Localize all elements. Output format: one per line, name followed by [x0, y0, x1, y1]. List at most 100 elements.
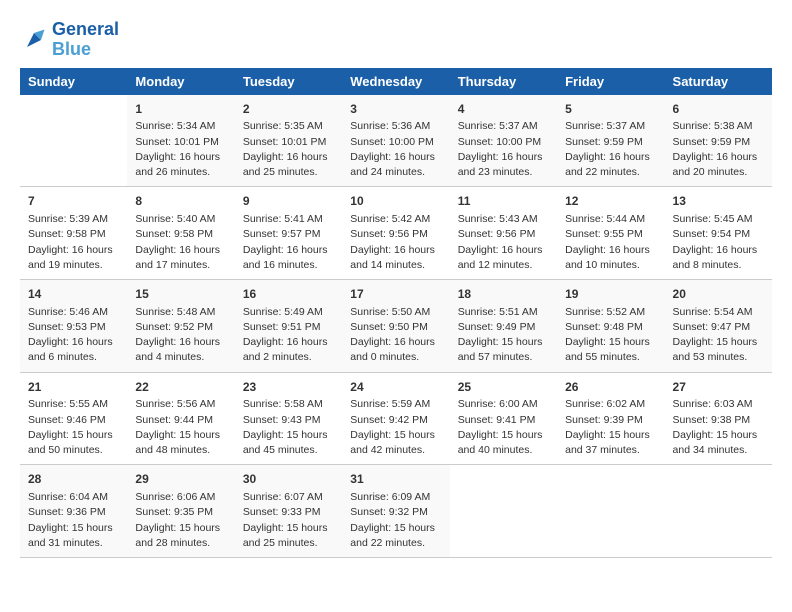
- day-number: 22: [135, 379, 226, 396]
- day-header-tuesday: Tuesday: [235, 68, 342, 95]
- calendar-cell: 11 Sunrise: 5:43 AMSunset: 9:56 PMDaylig…: [450, 187, 557, 280]
- day-info: Sunrise: 6:03 AMSunset: 9:38 PMDaylight:…: [673, 397, 764, 458]
- day-info: Sunrise: 5:37 AMSunset: 9:59 PMDaylight:…: [565, 119, 656, 180]
- day-number: 6: [673, 101, 764, 118]
- day-number: 17: [350, 286, 441, 303]
- calendar-cell: 6 Sunrise: 5:38 AMSunset: 9:59 PMDayligh…: [665, 95, 772, 187]
- calendar-cell: 29 Sunrise: 6:06 AMSunset: 9:35 PMDaylig…: [127, 465, 234, 558]
- day-info: Sunrise: 5:42 AMSunset: 9:56 PMDaylight:…: [350, 212, 441, 273]
- day-info: Sunrise: 5:34 AMSunset: 10:01 PMDaylight…: [135, 119, 226, 180]
- day-header-sunday: Sunday: [20, 68, 127, 95]
- day-info: Sunrise: 5:43 AMSunset: 9:56 PMDaylight:…: [458, 212, 549, 273]
- calendar-cell: 12 Sunrise: 5:44 AMSunset: 9:55 PMDaylig…: [557, 187, 664, 280]
- day-header-saturday: Saturday: [665, 68, 772, 95]
- calendar-cell: 5 Sunrise: 5:37 AMSunset: 9:59 PMDayligh…: [557, 95, 664, 187]
- calendar-cell: [20, 95, 127, 187]
- day-info: Sunrise: 5:36 AMSunset: 10:00 PMDaylight…: [350, 119, 441, 180]
- day-info: Sunrise: 5:38 AMSunset: 9:59 PMDaylight:…: [673, 119, 764, 180]
- day-number: 28: [28, 471, 119, 488]
- logo-text: General Blue: [52, 20, 119, 60]
- day-number: 4: [458, 101, 549, 118]
- day-number: 24: [350, 379, 441, 396]
- calendar-cell: 8 Sunrise: 5:40 AMSunset: 9:58 PMDayligh…: [127, 187, 234, 280]
- calendar-cell: 10 Sunrise: 5:42 AMSunset: 9:56 PMDaylig…: [342, 187, 449, 280]
- day-info: Sunrise: 5:39 AMSunset: 9:58 PMDaylight:…: [28, 212, 119, 273]
- day-info: Sunrise: 5:51 AMSunset: 9:49 PMDaylight:…: [458, 305, 549, 366]
- calendar-cell: 26 Sunrise: 6:02 AMSunset: 9:39 PMDaylig…: [557, 372, 664, 465]
- calendar-cell: 2 Sunrise: 5:35 AMSunset: 10:01 PMDaylig…: [235, 95, 342, 187]
- day-number: 1: [135, 101, 226, 118]
- day-header-friday: Friday: [557, 68, 664, 95]
- page-header: General Blue: [20, 20, 772, 60]
- day-number: 10: [350, 193, 441, 210]
- day-info: Sunrise: 5:55 AMSunset: 9:46 PMDaylight:…: [28, 397, 119, 458]
- day-info: Sunrise: 6:07 AMSunset: 9:33 PMDaylight:…: [243, 490, 334, 551]
- day-number: 19: [565, 286, 656, 303]
- calendar-cell: 28 Sunrise: 6:04 AMSunset: 9:36 PMDaylig…: [20, 465, 127, 558]
- calendar-header-row: SundayMondayTuesdayWednesdayThursdayFrid…: [20, 68, 772, 95]
- calendar-week-2: 7 Sunrise: 5:39 AMSunset: 9:58 PMDayligh…: [20, 187, 772, 280]
- calendar-cell: 7 Sunrise: 5:39 AMSunset: 9:58 PMDayligh…: [20, 187, 127, 280]
- calendar-cell: 22 Sunrise: 5:56 AMSunset: 9:44 PMDaylig…: [127, 372, 234, 465]
- day-number: 27: [673, 379, 764, 396]
- day-number: 9: [243, 193, 334, 210]
- calendar-cell: [450, 465, 557, 558]
- calendar-week-5: 28 Sunrise: 6:04 AMSunset: 9:36 PMDaylig…: [20, 465, 772, 558]
- calendar-cell: 1 Sunrise: 5:34 AMSunset: 10:01 PMDaylig…: [127, 95, 234, 187]
- day-number: 20: [673, 286, 764, 303]
- day-info: Sunrise: 5:37 AMSunset: 10:00 PMDaylight…: [458, 119, 549, 180]
- day-info: Sunrise: 5:41 AMSunset: 9:57 PMDaylight:…: [243, 212, 334, 273]
- day-info: Sunrise: 6:00 AMSunset: 9:41 PMDaylight:…: [458, 397, 549, 458]
- day-header-thursday: Thursday: [450, 68, 557, 95]
- day-info: Sunrise: 5:44 AMSunset: 9:55 PMDaylight:…: [565, 212, 656, 273]
- day-number: 8: [135, 193, 226, 210]
- calendar-cell: 4 Sunrise: 5:37 AMSunset: 10:00 PMDaylig…: [450, 95, 557, 187]
- day-number: 31: [350, 471, 441, 488]
- calendar-cell: 25 Sunrise: 6:00 AMSunset: 9:41 PMDaylig…: [450, 372, 557, 465]
- calendar-cell: 18 Sunrise: 5:51 AMSunset: 9:49 PMDaylig…: [450, 279, 557, 372]
- calendar-cell: [665, 465, 772, 558]
- day-number: 16: [243, 286, 334, 303]
- day-info: Sunrise: 5:52 AMSunset: 9:48 PMDaylight:…: [565, 305, 656, 366]
- day-number: 2: [243, 101, 334, 118]
- day-info: Sunrise: 5:54 AMSunset: 9:47 PMDaylight:…: [673, 305, 764, 366]
- day-info: Sunrise: 6:09 AMSunset: 9:32 PMDaylight:…: [350, 490, 441, 551]
- calendar-cell: 20 Sunrise: 5:54 AMSunset: 9:47 PMDaylig…: [665, 279, 772, 372]
- day-info: Sunrise: 5:35 AMSunset: 10:01 PMDaylight…: [243, 119, 334, 180]
- calendar-cell: 19 Sunrise: 5:52 AMSunset: 9:48 PMDaylig…: [557, 279, 664, 372]
- calendar-week-1: 1 Sunrise: 5:34 AMSunset: 10:01 PMDaylig…: [20, 95, 772, 187]
- calendar-cell: 14 Sunrise: 5:46 AMSunset: 9:53 PMDaylig…: [20, 279, 127, 372]
- calendar-cell: 23 Sunrise: 5:58 AMSunset: 9:43 PMDaylig…: [235, 372, 342, 465]
- logo-icon: [20, 26, 48, 54]
- calendar-cell: 24 Sunrise: 5:59 AMSunset: 9:42 PMDaylig…: [342, 372, 449, 465]
- day-number: 30: [243, 471, 334, 488]
- day-number: 11: [458, 193, 549, 210]
- day-number: 13: [673, 193, 764, 210]
- calendar-cell: [557, 465, 664, 558]
- calendar-cell: 30 Sunrise: 6:07 AMSunset: 9:33 PMDaylig…: [235, 465, 342, 558]
- day-number: 5: [565, 101, 656, 118]
- calendar-cell: 27 Sunrise: 6:03 AMSunset: 9:38 PMDaylig…: [665, 372, 772, 465]
- day-info: Sunrise: 6:06 AMSunset: 9:35 PMDaylight:…: [135, 490, 226, 551]
- day-info: Sunrise: 5:45 AMSunset: 9:54 PMDaylight:…: [673, 212, 764, 273]
- day-number: 23: [243, 379, 334, 396]
- calendar-cell: 31 Sunrise: 6:09 AMSunset: 9:32 PMDaylig…: [342, 465, 449, 558]
- day-header-monday: Monday: [127, 68, 234, 95]
- day-info: Sunrise: 5:49 AMSunset: 9:51 PMDaylight:…: [243, 305, 334, 366]
- day-info: Sunrise: 6:04 AMSunset: 9:36 PMDaylight:…: [28, 490, 119, 551]
- calendar-cell: 16 Sunrise: 5:49 AMSunset: 9:51 PMDaylig…: [235, 279, 342, 372]
- day-number: 25: [458, 379, 549, 396]
- calendar-table: SundayMondayTuesdayWednesdayThursdayFrid…: [20, 68, 772, 558]
- day-number: 15: [135, 286, 226, 303]
- day-number: 14: [28, 286, 119, 303]
- day-info: Sunrise: 5:50 AMSunset: 9:50 PMDaylight:…: [350, 305, 441, 366]
- day-info: Sunrise: 5:58 AMSunset: 9:43 PMDaylight:…: [243, 397, 334, 458]
- calendar-cell: 3 Sunrise: 5:36 AMSunset: 10:00 PMDaylig…: [342, 95, 449, 187]
- calendar-cell: 21 Sunrise: 5:55 AMSunset: 9:46 PMDaylig…: [20, 372, 127, 465]
- day-info: Sunrise: 5:56 AMSunset: 9:44 PMDaylight:…: [135, 397, 226, 458]
- calendar-cell: 13 Sunrise: 5:45 AMSunset: 9:54 PMDaylig…: [665, 187, 772, 280]
- day-number: 26: [565, 379, 656, 396]
- day-info: Sunrise: 6:02 AMSunset: 9:39 PMDaylight:…: [565, 397, 656, 458]
- calendar-week-3: 14 Sunrise: 5:46 AMSunset: 9:53 PMDaylig…: [20, 279, 772, 372]
- day-info: Sunrise: 5:59 AMSunset: 9:42 PMDaylight:…: [350, 397, 441, 458]
